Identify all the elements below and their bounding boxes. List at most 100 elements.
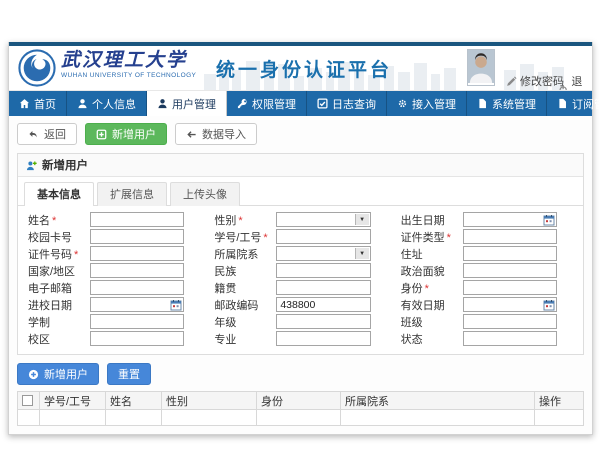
nav-item-1[interactable]: 个人信息 [67,91,147,116]
form-field-0: 姓名* [28,212,200,227]
班级-input[interactable] [463,314,557,329]
tab-1[interactable]: 扩展信息 [97,182,167,206]
add-user-toolbar-label: 新增用户 [112,126,156,142]
状态-input[interactable] [463,331,557,346]
nav-item-label: 接入管理 [412,96,456,112]
field-label: 专业 [214,331,276,347]
form-field-22: 专业 [214,331,386,346]
邮政编码-input[interactable] [276,297,370,312]
证件号码-input[interactable] [90,246,184,261]
reset-button[interactable]: 重置 [107,363,151,385]
field-label: 证件号码* [28,246,90,262]
user-avatar [467,49,495,86]
field-control [276,331,370,346]
tab-0[interactable]: 基本信息 [24,182,94,206]
field-control [90,246,184,261]
field-control: ▼ [276,212,370,227]
pencil-icon [506,76,517,87]
年级-input[interactable] [276,314,370,329]
chevron-down-icon: ▼ [355,248,369,259]
user-table: 学号/工号姓名性别身份所属院系操作 [17,391,584,426]
校园卡号-input[interactable] [90,229,184,244]
calendar-icon[interactable] [170,299,182,311]
required-asterisk: * [74,249,78,261]
form-field-1: 性别*▼ [214,212,386,227]
住址-input[interactable] [463,246,557,261]
change-password-link[interactable]: 修改密码 [506,73,564,89]
form-field-5: 证件类型* [401,229,573,244]
required-asterisk: * [447,232,451,244]
table-header-1: 姓名 [106,392,162,410]
table-header-5: 操作 [535,392,584,410]
data-import-button[interactable]: 数据导入 [175,123,257,145]
校区-input[interactable] [90,331,184,346]
nav-item-0[interactable]: 首页 [9,91,67,116]
国家/地区-input[interactable] [90,263,184,278]
back-button[interactable]: 返回 [17,123,77,145]
nav-item-3[interactable]: 权限管理 [227,91,307,116]
import-arrow-icon [186,129,197,140]
form-field-16: 邮政编码 [214,297,386,312]
table-empty-cell [106,410,162,426]
form-field-8: 住址 [401,246,573,261]
身份-input[interactable] [463,280,557,295]
doc-icon [477,98,488,109]
政治面貌-input[interactable] [463,263,557,278]
select-all-checkbox[interactable] [22,395,33,406]
form-field-6: 证件号码* [28,246,200,261]
民族-input[interactable] [276,263,370,278]
required-asterisk: * [425,283,429,295]
calendar-icon[interactable] [543,214,555,226]
home-icon [19,98,30,109]
user-form: 姓名*性别*▼出生日期校园卡号学号/工号*证件类型*证件号码*所属院系▼住址国家… [18,206,583,354]
field-control [90,212,184,227]
plus-circle-icon [28,369,39,380]
field-label: 姓名* [28,212,90,228]
add-icon [96,129,107,140]
back-button-label: 返回 [44,126,66,142]
所属院系-select[interactable]: ▼ [276,246,370,261]
form-field-15: 进校日期 [28,297,200,312]
姓名-input[interactable] [90,212,184,227]
submit-add-user-button[interactable]: 新增用户 [17,363,99,385]
table-empty-cell [257,410,341,426]
new-user-panel: 新增用户 基本信息扩展信息上传头像 姓名*性别*▼出生日期校园卡号学号/工号*证… [17,153,584,355]
chevron-down-icon: ▼ [355,214,369,225]
学制-input[interactable] [90,314,184,329]
field-label: 校园卡号 [28,229,90,245]
app-window: 武汉理工大学 WUHAN UNIVERSITY OF TECHNOLOGY 统一… [8,42,593,435]
性别-select[interactable]: ▼ [276,212,370,227]
doc-icon [557,98,568,109]
table-empty-cell [18,410,40,426]
field-control [463,263,557,278]
电子邮箱-input[interactable] [90,280,184,295]
field-control [276,297,370,312]
form-field-21: 校区 [28,331,200,346]
required-asterisk: * [238,215,242,227]
nav-item-7[interactable]: 订阅管理 [547,91,600,116]
field-control: ▼ [276,246,370,261]
nav-item-4[interactable]: 日志查询 [307,91,387,116]
calendar-icon[interactable] [543,299,555,311]
user-icon [157,98,168,109]
table-header-2: 性别 [162,392,257,410]
籍贯-input[interactable] [276,280,370,295]
证件类型-input[interactable] [463,229,557,244]
field-control [276,229,370,244]
nav-item-2[interactable]: 用户管理 [147,91,227,116]
field-control [90,229,184,244]
nav-item-5[interactable]: 接入管理 [387,91,467,116]
add-user-toolbar-button[interactable]: 新增用户 [85,123,167,145]
form-field-9: 国家/地区 [28,263,200,278]
tab-2[interactable]: 上传头像 [170,182,240,206]
app-header: 武汉理工大学 WUHAN UNIVERSITY OF TECHNOLOGY 统一… [9,46,592,91]
学号/工号-input[interactable] [276,229,370,244]
专业-input[interactable] [276,331,370,346]
field-label: 政治面貌 [401,263,463,279]
nav-item-6[interactable]: 系统管理 [467,91,547,116]
logout-link[interactable]: 退出 [558,73,592,91]
table-empty-row [18,410,584,426]
select-all-cell [18,392,40,410]
field-label: 国家/地区 [28,263,90,279]
field-control [463,280,557,295]
